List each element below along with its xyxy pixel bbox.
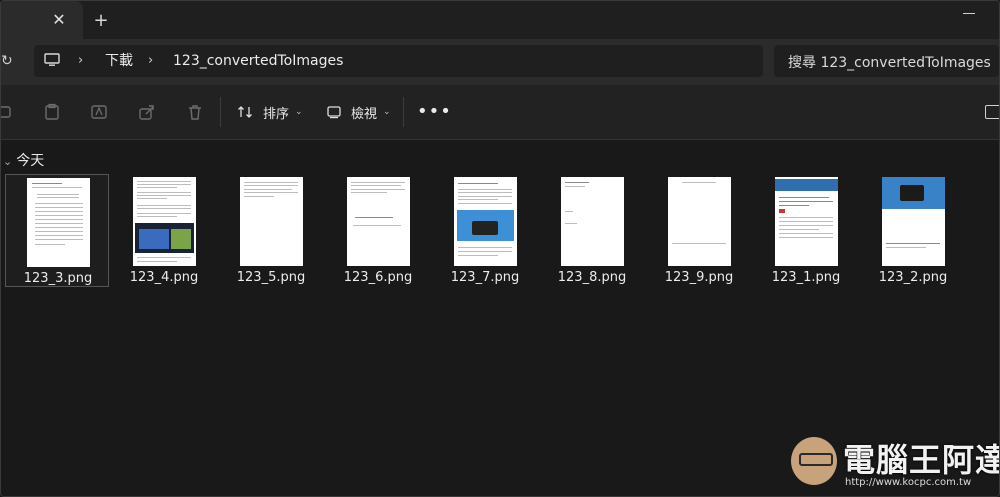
- file-item[interactable]: 123_3.png: [5, 174, 109, 287]
- breadcrumb-chevron-icon[interactable]: ›: [148, 53, 153, 68]
- file-item[interactable]: 123_4.png: [112, 174, 216, 287]
- file-thumbnail: [347, 177, 410, 266]
- group-label: 今天: [16, 153, 45, 169]
- share-icon[interactable]: [138, 103, 156, 121]
- rename-icon[interactable]: [1, 103, 13, 121]
- minimize-button[interactable]: [959, 3, 979, 17]
- file-name: 123_7.png: [450, 270, 520, 285]
- file-name: 123_9.png: [664, 270, 734, 285]
- file-name: 123_5.png: [236, 270, 306, 285]
- address-row: ↻ › 下載 › 123_convertedToImages 搜尋 123_co…: [1, 39, 999, 85]
- file-thumbnail: [27, 178, 90, 267]
- file-name: 123_4.png: [129, 270, 199, 285]
- file-item[interactable]: 123_9.png: [647, 174, 751, 287]
- title-bar: ✕ +: [1, 1, 999, 39]
- file-thumbnail: [775, 177, 838, 266]
- file-thumbnail: [668, 177, 731, 266]
- toolbar-divider: [403, 97, 404, 127]
- breadcrumb-current-folder[interactable]: 123_convertedToImages: [173, 51, 343, 71]
- file-name: 123_1.png: [771, 270, 841, 285]
- rename-text-icon[interactable]: [90, 103, 108, 121]
- file-thumbnail: [561, 177, 624, 266]
- file-thumbnail: [240, 177, 303, 266]
- more-options-icon[interactable]: •••: [417, 101, 452, 122]
- close-tab-icon[interactable]: ✕: [49, 10, 69, 30]
- file-item[interactable]: 123_5.png: [219, 174, 323, 287]
- file-explorer-window: ✕ + ↻ › 下載 › 123_convertedToImages 搜尋 12…: [0, 0, 1000, 497]
- file-thumbnail: [133, 177, 196, 266]
- file-name: 123_6.png: [343, 270, 413, 285]
- chevron-down-icon: ⌄: [295, 107, 303, 117]
- address-bar[interactable]: › 下載 › 123_convertedToImages: [34, 45, 763, 77]
- sort-label: 排序: [263, 106, 290, 122]
- paste-icon[interactable]: [43, 103, 61, 121]
- watermark-text: 電腦王阿達: [843, 441, 1000, 479]
- chevron-down-icon: ⌄: [383, 107, 391, 117]
- this-pc-icon[interactable]: [44, 53, 60, 67]
- refresh-icon[interactable]: ↻: [1, 53, 13, 71]
- file-item[interactable]: 123_1.png: [754, 174, 858, 287]
- view-button[interactable]: 檢視 ⌄: [327, 101, 391, 123]
- details-pane-icon[interactable]: [985, 105, 999, 119]
- new-tab-icon[interactable]: +: [91, 11, 111, 31]
- mascot-icon: [791, 437, 837, 485]
- breadcrumb-chevron-icon[interactable]: ›: [78, 53, 83, 68]
- view-label: 檢視: [351, 106, 378, 122]
- sort-button[interactable]: 排序 ⌄: [237, 101, 303, 123]
- watermark-logo: 電腦王阿達 http://www.kocpc.com.tw: [791, 431, 999, 493]
- chevron-down-icon[interactable]: ⌄: [3, 155, 12, 168]
- command-bar: 排序 ⌄ 檢視 ⌄ •••: [1, 85, 999, 140]
- file-item[interactable]: 123_8.png: [540, 174, 644, 287]
- file-item[interactable]: 123_7.png: [433, 174, 537, 287]
- group-header-today[interactable]: ⌄ 今天: [3, 150, 44, 170]
- sort-icon: [238, 106, 252, 118]
- file-name: 123_8.png: [557, 270, 627, 285]
- watermark-url: http://www.kocpc.com.tw: [845, 477, 972, 488]
- delete-icon[interactable]: [186, 103, 204, 121]
- file-thumbnail: [454, 177, 517, 266]
- search-placeholder: 搜尋 123_convertedToImages: [788, 55, 991, 71]
- breadcrumb-downloads[interactable]: 下載: [105, 51, 133, 71]
- file-name: 123_3.png: [23, 271, 93, 286]
- view-icon: [327, 106, 341, 119]
- file-thumbnail: [882, 177, 945, 266]
- search-box[interactable]: 搜尋 123_convertedToImages: [774, 45, 999, 77]
- active-tab[interactable]: ✕: [1, 1, 83, 39]
- file-item[interactable]: 123_2.png: [861, 174, 965, 287]
- file-item[interactable]: 123_6.png: [326, 174, 430, 287]
- file-name: 123_2.png: [878, 270, 948, 285]
- toolbar-divider: [220, 97, 221, 127]
